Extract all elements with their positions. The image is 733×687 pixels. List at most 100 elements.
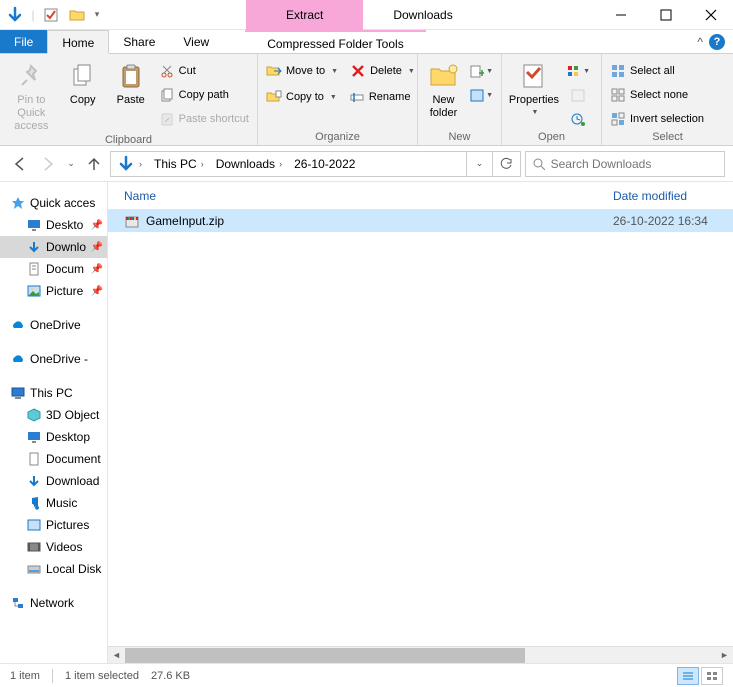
qat-dropdown-icon[interactable]: ▾: [92, 4, 102, 26]
breadcrumb-this-pc[interactable]: This PC›: [150, 152, 210, 176]
video-icon: [26, 539, 42, 555]
tab-home[interactable]: Home: [47, 30, 109, 54]
help-icon[interactable]: ?: [709, 34, 725, 50]
sidebar-item-desktop[interactable]: Deskto📌: [0, 214, 107, 236]
recent-locations-button[interactable]: ⌄: [64, 152, 78, 176]
navigation-tree[interactable]: Quick acces Deskto📌 Downlo📌 Docum📌 Pictu…: [0, 182, 108, 663]
sidebar-item-pictures-2[interactable]: Pictures: [0, 514, 107, 536]
sidebar-item-network[interactable]: Network: [0, 592, 107, 614]
paste-shortcut-icon: [159, 111, 175, 127]
easy-access-button[interactable]: ▼: [469, 84, 493, 106]
properties-icon: [518, 60, 550, 92]
new-folder-button[interactable]: New folder: [422, 56, 465, 120]
paste-shortcut-button[interactable]: Paste shortcut: [155, 108, 253, 130]
copy-button[interactable]: Copy: [59, 56, 107, 107]
tab-file[interactable]: File: [0, 30, 47, 53]
close-button[interactable]: [688, 0, 733, 30]
collapse-ribbon-icon[interactable]: ^: [697, 35, 703, 49]
invert-selection-button[interactable]: Invert selection: [606, 108, 708, 130]
select-all-button[interactable]: Select all: [606, 60, 708, 82]
sidebar-item-music[interactable]: Music: [0, 492, 107, 514]
download-icon: [26, 239, 42, 255]
sidebar-item-local-disk[interactable]: Local Disk: [0, 558, 107, 580]
sidebar-item-desktop-2[interactable]: Desktop: [0, 426, 107, 448]
delete-button[interactable]: Delete▼: [346, 60, 419, 82]
organize-group-label: Organize: [258, 131, 417, 145]
details-view-button[interactable]: [677, 667, 699, 685]
chevron-down-icon: ▼: [408, 68, 415, 75]
breadcrumb[interactable]: › This PC› Downloads› 26-10-2022 ⌄: [110, 151, 521, 177]
chevron-right-icon: ›: [199, 159, 206, 169]
down-arrow-icon[interactable]: [4, 4, 26, 26]
properties-button[interactable]: Properties ▼: [506, 56, 562, 118]
chevron-down-icon: ▼: [330, 94, 337, 101]
scroll-thumb[interactable]: [125, 648, 525, 663]
new-group-label: New: [418, 131, 501, 145]
sidebar-item-onedrive[interactable]: OneDrive: [0, 314, 107, 336]
scroll-left-button[interactable]: ◄: [108, 647, 125, 664]
breadcrumb-downloads[interactable]: Downloads›: [212, 152, 288, 176]
select-none-icon: [610, 87, 626, 103]
status-size: 27.6 KB: [151, 670, 190, 682]
sidebar-item-3d-objects[interactable]: 3D Object: [0, 404, 107, 426]
edit-button[interactable]: [566, 84, 590, 106]
large-icons-view-button[interactable]: [701, 667, 723, 685]
file-row[interactable]: GameInput.zip 26-10-2022 16:34: [108, 210, 733, 232]
paste-button[interactable]: Paste: [107, 56, 155, 107]
select-none-button[interactable]: Select none: [606, 84, 708, 106]
rename-button[interactable]: Rename: [345, 86, 415, 108]
star-icon: [10, 195, 26, 211]
cut-button[interactable]: Cut: [155, 60, 253, 82]
breadcrumb-dropdown-button[interactable]: ⌄: [466, 152, 492, 176]
scissors-icon: [159, 63, 175, 79]
sidebar-item-downloads-2[interactable]: Download: [0, 470, 107, 492]
forward-button[interactable]: [36, 152, 60, 176]
chevron-down-icon: ▼: [486, 92, 493, 99]
maximize-button[interactable]: [643, 0, 688, 30]
minimize-button[interactable]: [598, 0, 643, 30]
open-button[interactable]: ▼: [566, 60, 590, 82]
delete-x-icon: [350, 63, 366, 79]
move-to-button[interactable]: Move to▼: [262, 60, 342, 82]
search-input[interactable]: [551, 157, 718, 171]
network-icon: [10, 595, 26, 611]
tab-compressed-tools[interactable]: Compressed Folder Tools: [245, 30, 426, 53]
chevron-down-icon: ▼: [583, 68, 590, 75]
tab-view[interactable]: View: [169, 30, 223, 53]
refresh-button[interactable]: [492, 152, 518, 176]
chevron-right-icon: ›: [277, 159, 284, 169]
monitor-icon: [26, 217, 42, 233]
sidebar-item-pictures[interactable]: Picture📌: [0, 280, 107, 302]
disk-icon: [26, 561, 42, 577]
sidebar-item-downloads[interactable]: Downlo📌: [0, 236, 107, 258]
pin-to-quick-access-button[interactable]: Pin to Quick access: [4, 56, 59, 134]
sidebar-item-onedrive-2[interactable]: OneDrive -: [0, 348, 107, 370]
new-item-button[interactable]: ▼: [469, 60, 493, 82]
search-icon: [532, 157, 545, 171]
breadcrumb-date[interactable]: 26-10-2022: [290, 152, 359, 176]
back-button[interactable]: [8, 152, 32, 176]
breadcrumb-root-icon[interactable]: ›: [113, 152, 148, 176]
copy-to-button[interactable]: Copy to▼: [262, 86, 341, 108]
checkbox-checked-icon[interactable]: [40, 4, 62, 26]
folder-icon[interactable]: [66, 4, 88, 26]
up-button[interactable]: [82, 152, 106, 176]
sidebar-item-this-pc[interactable]: This PC: [0, 382, 107, 404]
clipboard-group-label: Clipboard: [0, 134, 257, 148]
copy-path-button[interactable]: Copy path: [155, 84, 253, 106]
file-name: GameInput.zip: [146, 214, 607, 228]
open-group-label: Open: [502, 131, 601, 145]
file-list[interactable]: GameInput.zip 26-10-2022 16:34: [108, 210, 733, 646]
column-header-name[interactable]: Name: [124, 189, 613, 203]
tab-share[interactable]: Share: [109, 30, 169, 53]
history-button[interactable]: [566, 108, 590, 130]
copy-icon: [67, 60, 99, 92]
horizontal-scrollbar[interactable]: ◄ ►: [108, 646, 733, 663]
sidebar-item-documents-2[interactable]: Document: [0, 448, 107, 470]
search-box[interactable]: [525, 151, 725, 177]
column-header-date[interactable]: Date modified: [613, 189, 733, 203]
sidebar-item-documents[interactable]: Docum📌: [0, 258, 107, 280]
sidebar-item-quick-access[interactable]: Quick acces: [0, 192, 107, 214]
scroll-right-button[interactable]: ►: [716, 647, 733, 664]
sidebar-item-videos[interactable]: Videos: [0, 536, 107, 558]
